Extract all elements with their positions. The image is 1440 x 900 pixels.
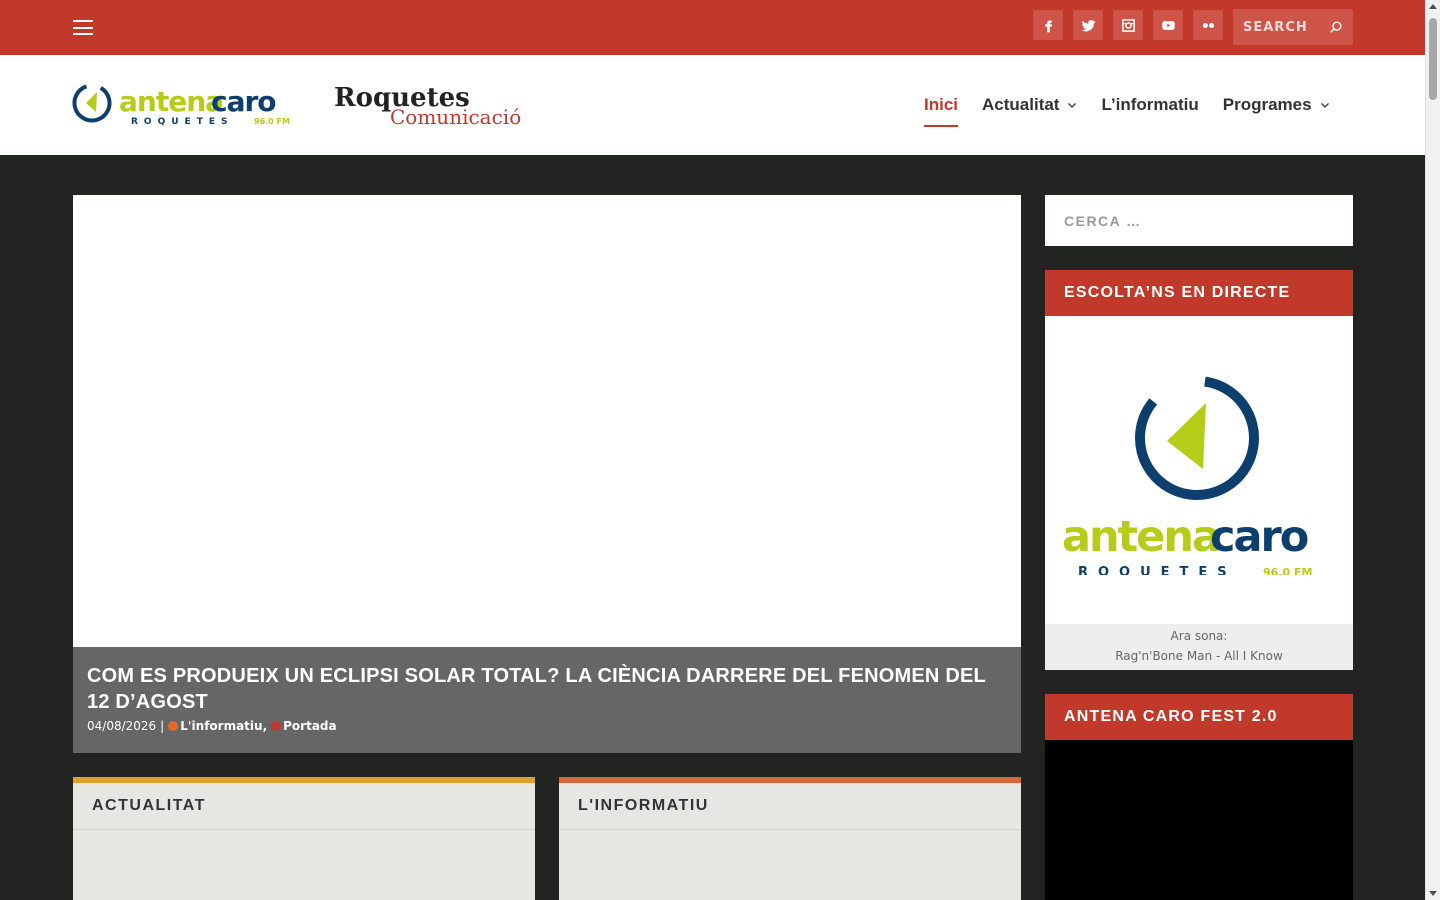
- meta-separator: |: [160, 719, 165, 733]
- nav-item-inici[interactable]: Inici: [924, 55, 959, 155]
- post-date: 04/08/2026: [87, 719, 157, 733]
- nav-item-label: Programes: [1222, 95, 1312, 114]
- twitter-icon[interactable]: [1073, 10, 1103, 40]
- video-player[interactable]: [1045, 740, 1353, 900]
- sidebar-search-input[interactable]: [1045, 195, 1353, 246]
- scroll-down-icon[interactable]: [1429, 891, 1437, 896]
- category-box-title[interactable]: L'INFORMATIU: [559, 783, 1021, 830]
- sidebar-search: [1045, 195, 1353, 246]
- svg-text:antena: antena: [119, 85, 223, 118]
- svg-text:96.0 FM: 96.0 FM: [1263, 566, 1312, 575]
- svg-text:96.0 FM: 96.0 FM: [254, 117, 290, 126]
- radio-widget: ESCOLTA’NS EN DIRECTE antena caro ROQUET…: [1045, 270, 1353, 670]
- antena-caro-logo-large: antena caro ROQUETES 96.0 FM: [1062, 376, 1312, 575]
- svg-text:ROQUETES: ROQUETES: [1078, 565, 1237, 575]
- svg-text:ROQUETES: ROQUETES: [131, 117, 233, 127]
- main-nav: Inici Actualitat L’informatiu Programes: [924, 55, 1330, 155]
- svg-text:antena: antena: [1062, 512, 1219, 562]
- category-label: Portada: [283, 719, 337, 733]
- category-link-portada[interactable]: Portada: [271, 719, 337, 733]
- site-header: antena caro ROQUETES 96.0 FM Roquetes Co…: [0, 55, 1425, 155]
- featured-title[interactable]: COM ES PRODUEIX UN ECLIPSI SOLAR TOTAL? …: [87, 663, 1007, 715]
- page: antena caro ROQUETES 96.0 FM Roquetes Co…: [0, 0, 1425, 900]
- antena-caro-logo[interactable]: antena caro ROQUETES 96.0 FM: [72, 82, 308, 128]
- nav-item-programes[interactable]: Programes: [1223, 55, 1330, 155]
- nav-item-label: Actualitat: [982, 95, 1060, 114]
- scroll-up-icon[interactable]: [1429, 4, 1437, 9]
- category-link-informatiu[interactable]: L'informatiu,: [168, 719, 267, 733]
- now-playing-track: Rag'n'Bone Man - All I Know: [1115, 649, 1283, 663]
- svg-text:caro: caro: [1210, 512, 1308, 562]
- nav-item-label: Inici: [924, 95, 959, 114]
- widget-title: ANTENA CARO FEST 2.0: [1045, 694, 1353, 740]
- instagram-icon[interactable]: [1113, 10, 1143, 40]
- svg-text:Comunicació: Comunicació: [390, 105, 521, 128]
- nav-item-actualitat[interactable]: Actualitat: [982, 55, 1077, 155]
- top-search-box: [1233, 9, 1353, 45]
- category-dot-icon: [271, 721, 282, 731]
- social-links: [1033, 10, 1223, 40]
- nav-item-label: L’informatiu: [1101, 95, 1199, 114]
- scrollbar-thumb[interactable]: [1429, 18, 1437, 100]
- category-box-actualitat: ACTUALITAT: [73, 777, 535, 900]
- radio-player[interactable]: antena caro ROQUETES 96.0 FM: [1045, 316, 1353, 624]
- category-label: L'informatiu: [180, 719, 263, 733]
- hamburger-menu-icon[interactable]: [73, 20, 93, 35]
- nav-item-informatiu[interactable]: L’informatiu: [1101, 55, 1198, 155]
- top-search-input[interactable]: [1233, 9, 1323, 45]
- top-bar: [0, 0, 1425, 55]
- category-box-informatiu: L'INFORMATIU: [559, 777, 1021, 900]
- widget-title: ESCOLTA’NS EN DIRECTE: [1045, 270, 1353, 316]
- youtube-icon[interactable]: [1153, 10, 1183, 40]
- scrollbar[interactable]: [1425, 0, 1440, 900]
- category-dot-icon: [168, 721, 179, 731]
- chevron-down-icon: [1320, 103, 1329, 108]
- flickr-icon[interactable]: [1193, 10, 1223, 40]
- now-playing-label: Ara sona:: [1170, 629, 1228, 643]
- featured-article[interactable]: COM ES PRODUEIX UN ECLIPSI SOLAR TOTAL? …: [73, 195, 1021, 753]
- svg-text:caro: caro: [211, 85, 276, 118]
- featured-caption: COM ES PRODUEIX UN ECLIPSI SOLAR TOTAL? …: [73, 647, 1021, 753]
- now-playing: Ara sona: Rag'n'Bone Man - All I Know: [1045, 624, 1353, 670]
- featured-meta: 04/08/2026 | L'informatiu, Portada: [87, 719, 1007, 733]
- category-box-title[interactable]: ACTUALITAT: [73, 783, 535, 830]
- fest-widget: ANTENA CARO FEST 2.0: [1045, 694, 1353, 900]
- search-icon[interactable]: [1329, 20, 1343, 34]
- chevron-down-icon: [1068, 103, 1077, 108]
- facebook-icon[interactable]: [1033, 10, 1063, 40]
- roquetes-comunicacio-logo[interactable]: Roquetes Comunicació: [332, 80, 532, 128]
